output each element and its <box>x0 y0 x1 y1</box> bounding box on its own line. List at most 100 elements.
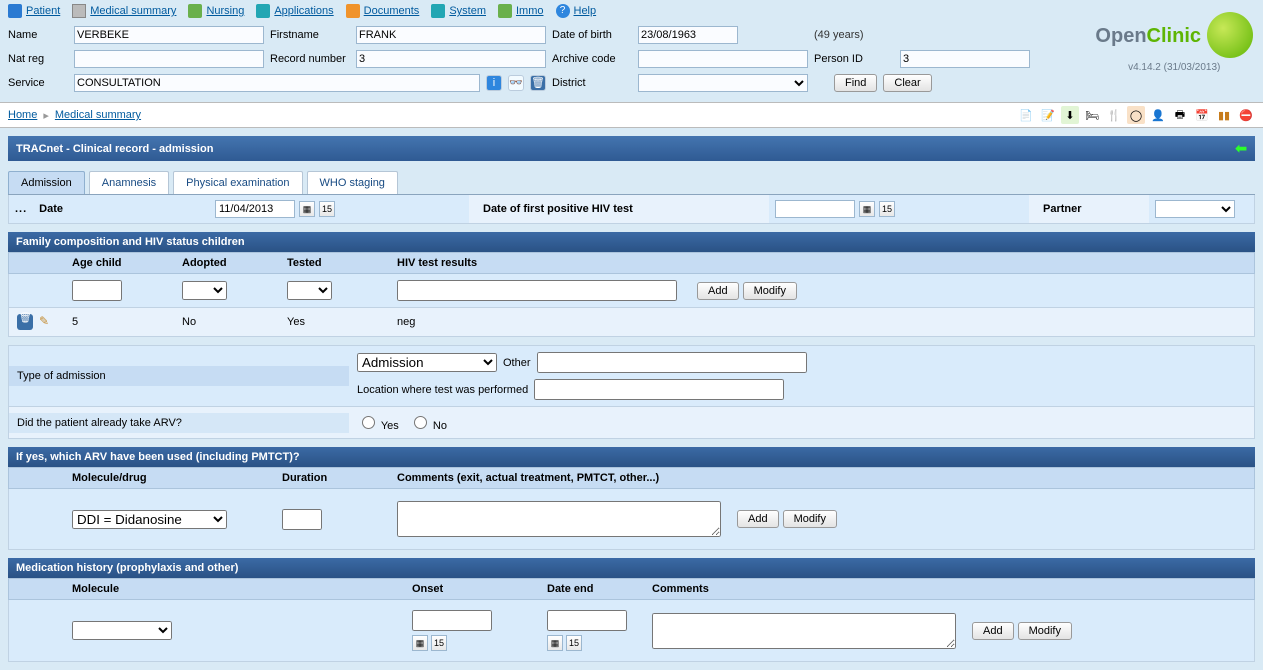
archive-label: Archive code <box>552 53 632 65</box>
documents-icon <box>346 4 360 18</box>
binoculars-icon[interactable]: 👓 <box>508 75 524 91</box>
crumb-home[interactable]: Home <box>8 109 37 121</box>
menu-immo-label[interactable]: Immo <box>516 5 544 17</box>
partner-select[interactable] <box>1155 200 1235 218</box>
menu-patient[interactable]: Patient <box>8 4 60 18</box>
menu-medical-summary-label[interactable]: Medical summary <box>90 5 176 17</box>
menu-documents-label[interactable]: Documents <box>364 5 420 17</box>
today-icon-2[interactable]: 15 <box>879 201 895 217</box>
menu-documents[interactable]: Documents <box>346 4 420 18</box>
menu-patient-label[interactable]: Patient <box>26 5 60 17</box>
menu-applications-label[interactable]: Applications <box>274 5 333 17</box>
edit-row-icon[interactable] <box>39 314 55 330</box>
arv-modify-button[interactable]: Modify <box>783 510 837 528</box>
med-molecule-select[interactable] <box>72 621 172 640</box>
menu-nursing[interactable]: Nursing <box>188 4 244 18</box>
adopted-select[interactable] <box>182 281 227 300</box>
menu-nursing-label[interactable]: Nursing <box>206 5 244 17</box>
menu-system[interactable]: System <box>431 4 486 18</box>
first-hiv-input[interactable] <box>775 200 855 218</box>
tab-admission[interactable]: Admission <box>8 171 85 194</box>
family-add-button[interactable]: Add <box>697 282 739 300</box>
crumb-medical-summary[interactable]: Medical summary <box>55 109 141 121</box>
tabs: Admission Anamnesis Physical examination… <box>8 171 1255 195</box>
med-onset-input[interactable] <box>412 610 492 631</box>
name-input[interactable] <box>74 26 264 44</box>
menu-help-label[interactable]: Help <box>574 5 597 17</box>
district-select[interactable] <box>638 74 808 92</box>
age-input[interactable] <box>72 280 122 301</box>
calendar-icon-end[interactable]: ▦ <box>547 635 563 651</box>
tab-anamnesis[interactable]: Anamnesis <box>89 171 169 194</box>
menu-applications[interactable]: Applications <box>256 4 333 18</box>
info-icon[interactable]: i <box>486 75 502 91</box>
user-icon[interactable]: 👤 <box>1149 106 1167 124</box>
menu-help[interactable]: ?Help <box>556 4 597 18</box>
immo-icon <box>498 4 512 18</box>
h-arv-comments: Comments (exit, actual treatment, PMTCT,… <box>389 468 729 488</box>
row-tested: Yes <box>279 312 389 332</box>
location-input[interactable] <box>534 379 784 400</box>
date-input[interactable] <box>215 200 295 218</box>
delete-service-icon[interactable]: 🗑 <box>530 75 546 91</box>
clear-button[interactable]: Clear <box>883 74 931 92</box>
arv-input-row: DDI = Didanosine Add Modify <box>8 489 1255 550</box>
menu-medical-summary[interactable]: Medical summary <box>72 4 176 18</box>
service-input[interactable] <box>74 74 480 92</box>
results-input[interactable] <box>397 280 677 301</box>
tab-who[interactable]: WHO staging <box>307 171 398 194</box>
h-adopted: Adopted <box>174 253 279 273</box>
clock-icon[interactable]: ◯ <box>1127 106 1145 124</box>
arv-add-button[interactable]: Add <box>737 510 779 528</box>
print-icon[interactable]: 🖶 <box>1171 106 1189 124</box>
export-icon[interactable]: ⬇ <box>1061 106 1079 124</box>
recordnum-input[interactable] <box>356 50 546 68</box>
bed-icon[interactable]: 🛏 <box>1083 106 1101 124</box>
calendar-icon-onset[interactable]: ▦ <box>412 635 428 651</box>
today-icon-end[interactable]: 15 <box>566 635 582 651</box>
family-headers: Age child Adopted Tested HIV test result… <box>8 252 1255 274</box>
tab-physical[interactable]: Physical examination <box>173 171 302 194</box>
menu-system-label[interactable]: System <box>449 5 486 17</box>
back-arrow-icon[interactable]: ⬅ <box>1235 140 1247 157</box>
h-arv-molecule: Molecule/drug <box>64 468 274 488</box>
delete-row-icon[interactable] <box>17 314 33 330</box>
more-icon[interactable]: ... <box>15 203 27 215</box>
calendar-icon[interactable]: ▦ <box>299 201 315 217</box>
arv-duration-input[interactable] <box>282 509 322 530</box>
med-add-button[interactable]: Add <box>972 622 1014 640</box>
arv-no-radio[interactable] <box>414 416 427 429</box>
firstname-input[interactable] <box>356 26 546 44</box>
med-modify-button[interactable]: Modify <box>1018 622 1072 640</box>
admission-type-select[interactable]: Admission <box>357 353 497 372</box>
arv-yes-radio[interactable] <box>362 416 375 429</box>
med-comments-input[interactable] <box>652 613 956 649</box>
arv-comments-input[interactable] <box>397 501 721 537</box>
h-arv-duration: Duration <box>274 468 389 488</box>
other-input[interactable] <box>537 352 807 373</box>
natreg-input[interactable] <box>74 50 264 68</box>
personid-input[interactable] <box>900 50 1030 68</box>
med-end-input[interactable] <box>547 610 627 631</box>
stop-icon[interactable]: ⛔ <box>1237 106 1255 124</box>
logo-icon <box>1207 12 1253 58</box>
family-modify-button[interactable]: Modify <box>743 282 797 300</box>
edit-doc-icon[interactable]: 📝 <box>1039 106 1057 124</box>
menu-immo[interactable]: Immo <box>498 4 544 18</box>
dob-input[interactable] <box>638 26 738 44</box>
calendar-icon-2[interactable]: ▦ <box>859 201 875 217</box>
brand-b: Clinic <box>1147 25 1201 47</box>
find-button[interactable]: Find <box>834 74 877 92</box>
today-icon[interactable]: 15 <box>319 201 335 217</box>
arv-no-option[interactable]: No <box>409 413 447 432</box>
arv-yes-option[interactable]: Yes <box>357 413 399 432</box>
meal-icon[interactable]: 🍴 <box>1105 106 1123 124</box>
tested-select[interactable] <box>287 281 332 300</box>
doc-icon[interactable]: 📄 <box>1017 106 1035 124</box>
schedule-icon[interactable]: 📅 <box>1193 106 1211 124</box>
archive-input[interactable] <box>638 50 808 68</box>
panel-header: TRACnet - Clinical record - admission ⬅ <box>8 136 1255 161</box>
today-icon-onset[interactable]: 15 <box>431 635 447 651</box>
barcode-icon[interactable]: ▮▮ <box>1215 106 1233 124</box>
arv-molecule-select[interactable]: DDI = Didanosine <box>72 510 227 529</box>
